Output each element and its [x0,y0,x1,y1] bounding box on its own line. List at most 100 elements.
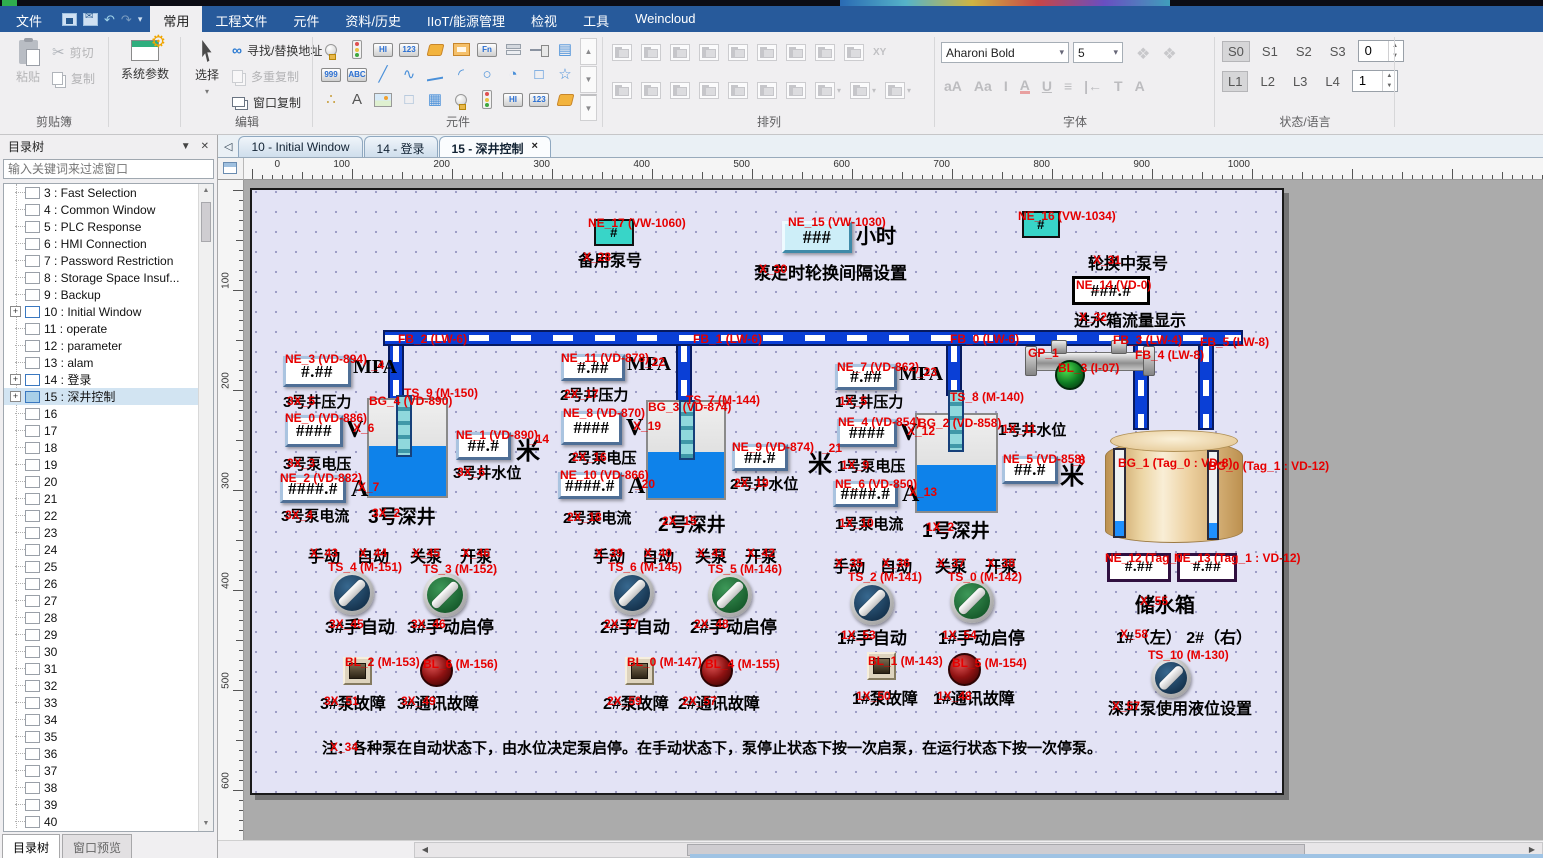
tree-item[interactable]: 6 : HMI Connection [4,235,213,252]
hmi-design-canvas[interactable]: FB_2 (LW-6)FB_1 (LW-6)FB_0 (LW-6)FB_3 (L… [250,188,1284,795]
copy-button[interactable]: 复制 [52,68,95,88]
numeric-input-icon[interactable]: 123 [396,37,422,62]
tree-item[interactable]: 3 : Fast Selection [4,184,213,201]
tree-item[interactable]: 9 : Backup [4,286,213,303]
tree-item[interactable]: 35 [4,728,213,745]
font-size-dropdown-icon[interactable]: ▾ [1113,47,1118,58]
menu-tab-检视[interactable]: 检视 [518,6,570,32]
slider-icon[interactable] [526,37,552,62]
align-text-icon[interactable]: ≡ [1064,78,1072,94]
table-icon[interactable]: ▦ [422,87,448,112]
grow-font-icon[interactable]: aA [944,78,962,94]
flip-icon[interactable]: ▾ [885,82,911,99]
direct-window-icon[interactable] [448,37,474,62]
arc-icon[interactable]: ◜ [448,62,474,87]
shrink-font-icon[interactable]: Aa [974,78,992,94]
expand-icon[interactable]: + [10,391,21,402]
tree-scroll-thumb[interactable] [201,202,211,242]
tree-item[interactable]: 17 [4,422,213,439]
layer-down-icon[interactable]: ▾ [850,82,876,99]
tree-item[interactable]: 12 : parameter [4,337,213,354]
tree-item[interactable]: 16 [4,405,213,422]
manual-auto-switch[interactable] [330,571,374,615]
tree-item[interactable]: 33 [4,694,213,711]
multi-state-lamp-icon[interactable] [344,37,370,62]
menu-tab-工程文件[interactable]: 工程文件 [202,6,280,32]
level-setting-switch[interactable] [1151,658,1191,698]
tree-scrollbar[interactable]: ▲ ▼ [198,184,213,831]
ungroup-icon[interactable] [757,82,777,99]
numeric-display-icon[interactable]: 999 [318,62,344,87]
language-l4[interactable]: L4 [1319,71,1345,92]
manual-auto-switch[interactable] [850,581,894,625]
word-button-icon[interactable]: HI [500,87,526,112]
tree-item[interactable]: 26 [4,575,213,592]
same-height-icon[interactable] [641,82,661,99]
start-stop-switch[interactable] [950,579,994,623]
ascii-display-icon[interactable]: ABC [344,62,370,87]
select-dropdown-icon[interactable]: ▾ [205,87,209,96]
component-gallery-scroll[interactable]: ▲ ▼ ▼ [580,38,597,121]
spacing-icon[interactable] [844,44,864,61]
pin-icon[interactable] [786,82,806,99]
document-tab-15 - 深井控制[interactable]: 15 - 深井控制× [439,136,551,157]
tree-item[interactable]: 22 [4,507,213,524]
align-left-icon[interactable] [612,44,632,61]
search-input[interactable] [3,159,214,179]
state-spinner[interactable]: 0▲▼ [1358,40,1404,62]
function-key-icon[interactable]: Fn [474,37,500,62]
bit-lamp-icon[interactable] [318,37,344,62]
picture-icon[interactable] [370,87,396,112]
combo-button-icon[interactable] [500,37,526,62]
pie-icon[interactable]: ◔ [500,62,526,87]
tree-item[interactable]: 8 : Storage Space Insuf... [4,269,213,286]
start-stop-switch[interactable] [423,573,467,617]
note-text[interactable]: 注：各种泵在自动状态下，由水位决定泵启停。在手动状态下，泵停止状态下按一次启泵，… [322,737,1102,758]
tree-item[interactable]: 27 [4,592,213,609]
bit-lamp2-icon[interactable] [448,87,474,112]
save-icon[interactable] [62,13,77,26]
scroll-left-icon[interactable]: ◀ [417,844,433,856]
scroll-up-icon[interactable]: ▲ [199,184,213,198]
tree-item[interactable]: 13 : alam [4,354,213,371]
align-bottom-icon[interactable] [757,44,777,61]
line-icon[interactable]: ╱ [370,62,396,87]
gallery-down-icon[interactable]: ▼ [580,66,597,93]
rectangle-icon[interactable]: □ [526,62,552,87]
align-top-text-icon[interactable]: T [1114,78,1123,94]
document-tab-10 - Initial Window[interactable]: 10 - Initial Window [238,136,362,157]
align-right-icon[interactable] [670,44,690,61]
window-copy-button[interactable]: 窗口复制 [232,92,301,112]
panel-dropdown-icon[interactable]: ▼ [181,141,191,152]
paste-button[interactable]: 粘贴 [6,40,50,85]
tree-item[interactable]: 21 [4,490,213,507]
close-tab-icon[interactable]: × [532,140,538,157]
font-size-select[interactable]: 5▾ [1073,42,1123,63]
state-s0[interactable]: S0 [1222,41,1250,62]
tree-item[interactable]: 11 : operate [4,320,213,337]
tree-item[interactable]: 40 [4,813,213,830]
tree-item[interactable]: 37 [4,762,213,779]
xy-icon[interactable]: XY [873,47,886,58]
state-s3[interactable]: S3 [1324,41,1352,62]
tree-item[interactable]: +15 : 深井控制 [4,388,213,405]
tree-item[interactable]: 32 [4,677,213,694]
star-icon[interactable]: ☆ [552,62,578,87]
panel-close-icon[interactable]: ✕ [201,141,209,152]
italic-icon[interactable]: I [1004,78,1008,94]
tag2-icon[interactable] [552,87,578,112]
menu-tab-Weincloud[interactable]: Weincloud [622,6,708,32]
branch-water-pipe[interactable] [946,344,962,396]
same-size-icon[interactable] [670,82,690,99]
tag-icon[interactable] [422,37,448,62]
export-icon[interactable] [83,13,98,26]
start-stop-switch[interactable] [708,573,752,617]
multi-state-lamp2-icon[interactable] [474,87,500,112]
expand-icon[interactable]: + [10,306,21,317]
same-width-icon[interactable] [612,82,632,99]
cut-button[interactable]: ✂剪切 [52,42,94,62]
format-painter-icon[interactable]: ❖ [1136,44,1150,64]
system-parameters-button[interactable]: ⚙ 系统参数 [116,40,174,82]
align-left-text-icon[interactable]: |← [1084,78,1102,94]
manual-auto-switch[interactable] [610,571,654,615]
